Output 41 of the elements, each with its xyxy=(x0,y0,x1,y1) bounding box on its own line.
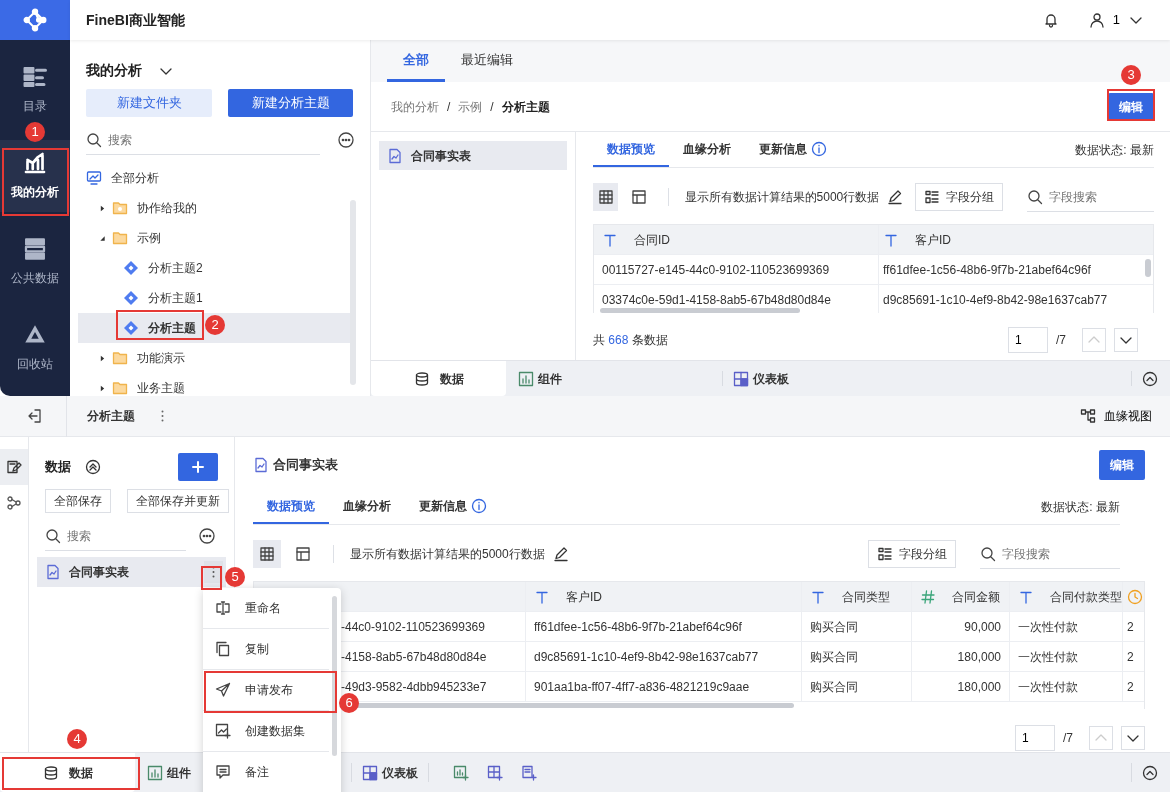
table-cell: 一次性付款 xyxy=(1010,672,1123,701)
panel-title: 数据 xyxy=(45,458,71,477)
row-limit-text: 显示所有数据计算结果的5000行数据 xyxy=(684,189,880,206)
table-cell: d9c85691-1c10-4ef9-8b42-98e1637cab77 xyxy=(526,642,802,671)
table-cell: 180,000 xyxy=(912,642,1010,671)
panel-title: 我的分析 xyxy=(86,61,142,80)
data-status: 数据状态: 最新 xyxy=(1041,498,1120,516)
app-title: FineBI商业智能 xyxy=(86,10,185,30)
table-cell-text: 2 xyxy=(1126,618,1135,636)
table-cell-text: 2 xyxy=(1126,648,1135,666)
step-number: 5 xyxy=(225,567,245,587)
table-cell: 购买合同 xyxy=(802,642,912,671)
table-title: 合同事实表 xyxy=(273,456,338,475)
table-cell: 90,000 xyxy=(912,612,1010,641)
column-header: 合同ID xyxy=(594,225,879,254)
table-cell-text: ff61dfee-1c56-48b6-9f7b-21abef64c96f xyxy=(882,261,1092,279)
step-number: 4 xyxy=(67,729,87,749)
step-number: 6 xyxy=(339,693,359,713)
table-cell: 00115727-e145-44c0-9102-110523699369 xyxy=(594,255,879,284)
column-header: 客户ID xyxy=(879,225,1153,254)
column-header: 合同付款类型 xyxy=(1010,582,1123,611)
table-cell-text: 2 xyxy=(1126,678,1135,696)
record-count: 共 668 条数据 xyxy=(593,332,668,349)
table-cell: ff61dfee-1c56-48b6-9f7b-21abef64c96f xyxy=(526,612,802,641)
row-limit-text: 显示所有数据计算结果的5000行数据 xyxy=(350,546,545,563)
table-cell: 一次性付款 xyxy=(1010,642,1123,671)
page-total: /7 xyxy=(1063,730,1073,747)
table-cell: 180,000 xyxy=(912,672,1010,701)
breadcrumb-separator: / xyxy=(490,98,494,116)
subject-title: 分析主题 xyxy=(87,408,135,425)
page-total: /7 xyxy=(1056,332,1066,349)
column-header: 合同金额 xyxy=(912,582,1010,611)
table-cell: 购买合同 xyxy=(802,612,912,641)
column-header: 客户ID xyxy=(526,582,802,611)
table-cell-text: d9c85691-1c10-4ef9-8b42-98e1637cab77 xyxy=(882,291,1109,309)
breadcrumb-separator: / xyxy=(447,98,451,116)
table-cell: 901aa1ba-ff07-4ff7-a836-4821219c9aae xyxy=(526,672,802,701)
table-cell: 一次性付款 xyxy=(1010,612,1123,641)
column-header: 合同类型 xyxy=(802,582,912,611)
table-cell: 购买合同 xyxy=(802,672,912,701)
data-status: 数据状态: 最新 xyxy=(1075,141,1154,159)
